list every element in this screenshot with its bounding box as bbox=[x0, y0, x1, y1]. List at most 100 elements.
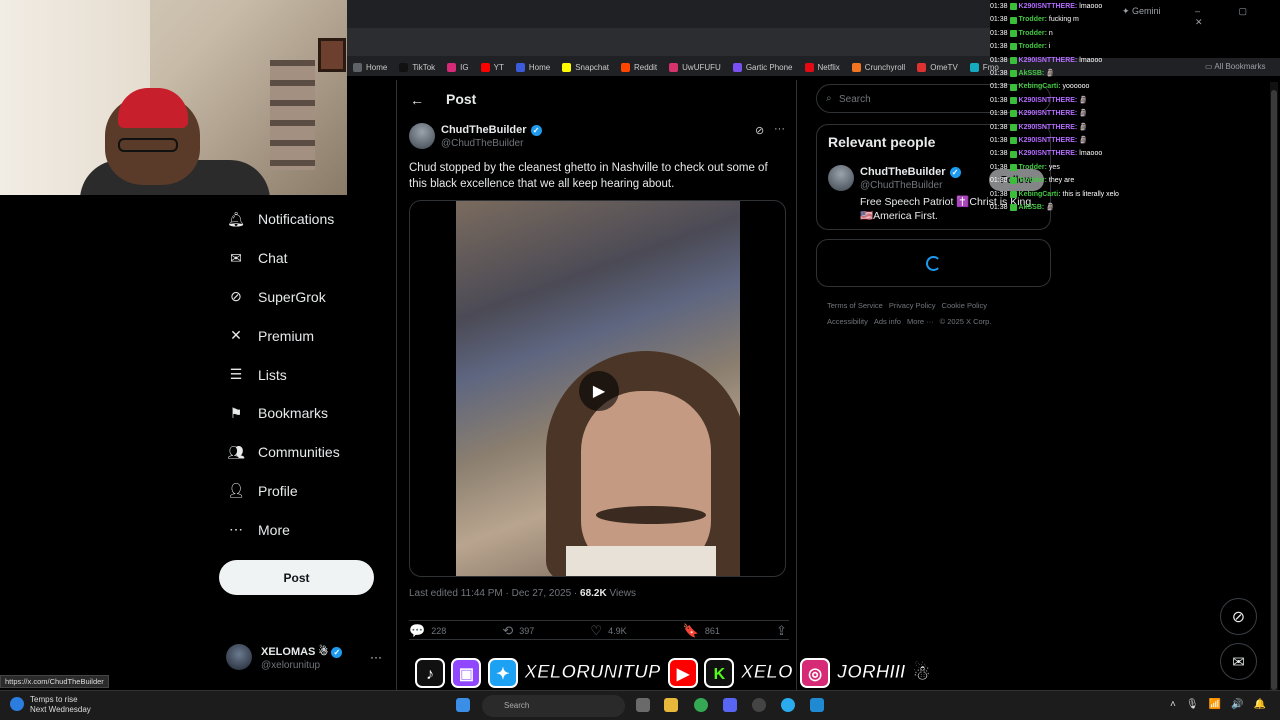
sidebar-item-profile[interactable]: 👤︎ Profile bbox=[219, 472, 389, 511]
post-button[interactable]: Post bbox=[219, 560, 374, 595]
back-arrow-icon[interactable]: ← bbox=[410, 92, 424, 108]
bookmark-item[interactable]: Crunchyroll bbox=[851, 62, 905, 72]
video-subject-face bbox=[581, 391, 711, 571]
app-icon[interactable] bbox=[810, 698, 824, 712]
sidebar-item-bookmarks[interactable]: ⚑ Bookmarks bbox=[219, 394, 389, 433]
sidebar-item-chat[interactable]: ✉ Chat bbox=[219, 239, 389, 278]
chat-badge-icon bbox=[1009, 56, 1017, 64]
account-switcher[interactable]: XELOMAS ☃ ✓ @xelorunitup ··· bbox=[226, 640, 386, 674]
bookmark-label: Snapchat bbox=[575, 62, 610, 72]
chat-badge-icon bbox=[1009, 110, 1017, 118]
bookmark-item[interactable]: YT bbox=[480, 62, 504, 72]
browser-address-bar[interactable] bbox=[347, 28, 990, 56]
share-button[interactable]: ⇪ bbox=[776, 623, 787, 639]
bookmark-item[interactable]: Home bbox=[353, 62, 387, 72]
chat-username: Trodder: bbox=[1018, 16, 1047, 24]
chat-time: 01:38 bbox=[990, 29, 1008, 37]
stream-chat-overlay: 01:38 K290ISNTTHERE: lmaooo 01:38 Trodder: fu… bbox=[990, 0, 1280, 220]
twitch-logo-icon: ▣ bbox=[451, 658, 482, 688]
bookmark-item[interactable]: Snapchat bbox=[562, 62, 610, 72]
post-timestamp[interactable]: Last edited 11:44 PM · Dec 27, 2025 · bbox=[409, 588, 580, 599]
windows-start-icon[interactable] bbox=[456, 698, 470, 712]
sidebar-item-lists[interactable]: ☰ Lists bbox=[219, 355, 389, 394]
chat-username: Trodder: bbox=[1018, 29, 1047, 37]
post-video[interactable]: ▶ bbox=[409, 200, 786, 577]
bookmark-item[interactable]: IG bbox=[447, 62, 469, 72]
chat-time: 01:38 bbox=[990, 204, 1008, 212]
chat-message: 01:38 Trodder: n bbox=[990, 27, 1280, 40]
bookmark-item[interactable]: OmeTV bbox=[917, 62, 958, 72]
chat-text: lmaooo bbox=[1079, 3, 1103, 10]
sidebar-item-communities[interactable]: 👥︎ Communities bbox=[219, 433, 389, 472]
more-dots-icon[interactable]: ··· bbox=[774, 123, 785, 135]
like-button[interactable]: ♡ 4.9K bbox=[590, 623, 626, 639]
file-explorer-icon[interactable] bbox=[664, 698, 678, 712]
author-name[interactable]: ChudTheBuilder ✓ bbox=[441, 124, 542, 136]
obs-icon[interactable] bbox=[752, 698, 766, 712]
person-avatar[interactable] bbox=[828, 165, 854, 191]
footer-link[interactable]: Terms of Service bbox=[827, 301, 883, 310]
bookmark-button[interactable]: 🔖 861 bbox=[683, 623, 720, 639]
bookmark-item[interactable]: UwUFUFU bbox=[669, 62, 721, 72]
telegram-icon[interactable] bbox=[781, 698, 795, 712]
chat-time: 01:38 bbox=[990, 177, 1008, 185]
webcam-streamer-glasses bbox=[118, 138, 178, 152]
bookmark-item[interactable]: Reddit bbox=[621, 62, 657, 72]
account-more-icon[interactable]: ··· bbox=[370, 650, 382, 664]
footer-link[interactable]: Privacy Policy bbox=[889, 301, 936, 310]
discord-icon[interactable] bbox=[723, 698, 737, 712]
sidebar-item-premium[interactable]: ✕ Premium bbox=[219, 316, 389, 355]
taskbar-search[interactable]: Search bbox=[482, 695, 625, 717]
webcam-streamer-cap bbox=[118, 88, 188, 128]
chat-time: 01:38 bbox=[990, 150, 1008, 158]
footer-link[interactable]: Ads info bbox=[874, 317, 901, 326]
bookmark-item[interactable]: Gartic Phone bbox=[732, 62, 793, 72]
bookmark-label: IG bbox=[460, 62, 469, 72]
author-avatar[interactable] bbox=[409, 123, 435, 149]
chat-badge-icon bbox=[1009, 16, 1017, 24]
chat-time: 01:38 bbox=[990, 70, 1008, 78]
chat-message: 01:38 K290ISNTTHERE: 🗿 bbox=[990, 94, 1280, 107]
sidebar-item-supergrok[interactable]: ⊘ SuperGrok bbox=[219, 278, 389, 317]
author-handle[interactable]: @ChudTheBuilder bbox=[441, 138, 523, 149]
person-handle[interactable]: @ChudTheBuilder bbox=[860, 180, 942, 191]
video-subject-tanktop bbox=[566, 546, 716, 576]
page-scrollbar[interactable] bbox=[1270, 82, 1278, 690]
chat-username: K290ISNTTHERE: bbox=[1018, 96, 1078, 104]
bookmark-item[interactable]: Home bbox=[515, 62, 550, 72]
chat-text: 🗿 bbox=[1079, 110, 1088, 118]
chat-text: 🗿 bbox=[1079, 137, 1088, 145]
chat-username: K290ISNTTHERE: bbox=[1018, 3, 1078, 10]
chrome-icon[interactable] bbox=[694, 698, 708, 712]
footer-link[interactable]: © 2025 X Corp. bbox=[940, 317, 992, 326]
twitter-logo-icon: ✦ bbox=[487, 658, 518, 688]
chat-username: Trodder: bbox=[1018, 43, 1047, 51]
search-placeholder: Search bbox=[839, 94, 871, 105]
sidebar-item-more[interactable]: ⋯ More bbox=[219, 510, 389, 549]
system-tray[interactable]: ˄🎙📶🔊🔔 bbox=[1170, 699, 1276, 710]
grok-icon[interactable]: ⊘ bbox=[755, 124, 764, 137]
bookmark-item[interactable]: Netflix bbox=[804, 62, 840, 72]
footer-link[interactable]: Cookie Policy bbox=[942, 301, 987, 310]
chat-username: KebingCarti: bbox=[1018, 83, 1061, 91]
author-name-text[interactable]: ChudTheBuilder bbox=[441, 124, 527, 136]
chat-message: 01:38 K290ISNTTHERE: 🗿 bbox=[990, 134, 1280, 147]
bookmark-favicon-icon bbox=[621, 62, 631, 72]
sidebar-item-label: Profile bbox=[258, 482, 298, 499]
reply-button[interactable]: 💬 228 bbox=[409, 623, 446, 639]
bookmark-item[interactable]: TikTok bbox=[399, 62, 435, 72]
play-icon[interactable]: ▶ bbox=[579, 371, 619, 411]
footer-link[interactable]: More ··· bbox=[907, 317, 934, 326]
footer-link[interactable]: Accessibility bbox=[827, 317, 868, 326]
like-count: 4.9K bbox=[608, 626, 627, 636]
person-name-text[interactable]: ChudTheBuilder bbox=[860, 166, 946, 178]
repost-button[interactable]: ⟲ 397 bbox=[502, 623, 534, 639]
weather-widget[interactable]: Temps to rise Next Wednesday bbox=[10, 695, 91, 715]
sidebar-item-notifications[interactable]: 🔔︎ Notifications bbox=[219, 200, 389, 239]
task-view-icon[interactable] bbox=[636, 698, 650, 712]
person-name[interactable]: ChudTheBuilder ✓ bbox=[860, 166, 961, 178]
scrollbar-thumb[interactable] bbox=[1271, 90, 1277, 690]
messages-fab-icon[interactable]: ✉ bbox=[1220, 643, 1257, 680]
repost-icon: ⟲ bbox=[502, 623, 514, 638]
grok-fab-icon[interactable]: ⊘ bbox=[1220, 598, 1257, 635]
